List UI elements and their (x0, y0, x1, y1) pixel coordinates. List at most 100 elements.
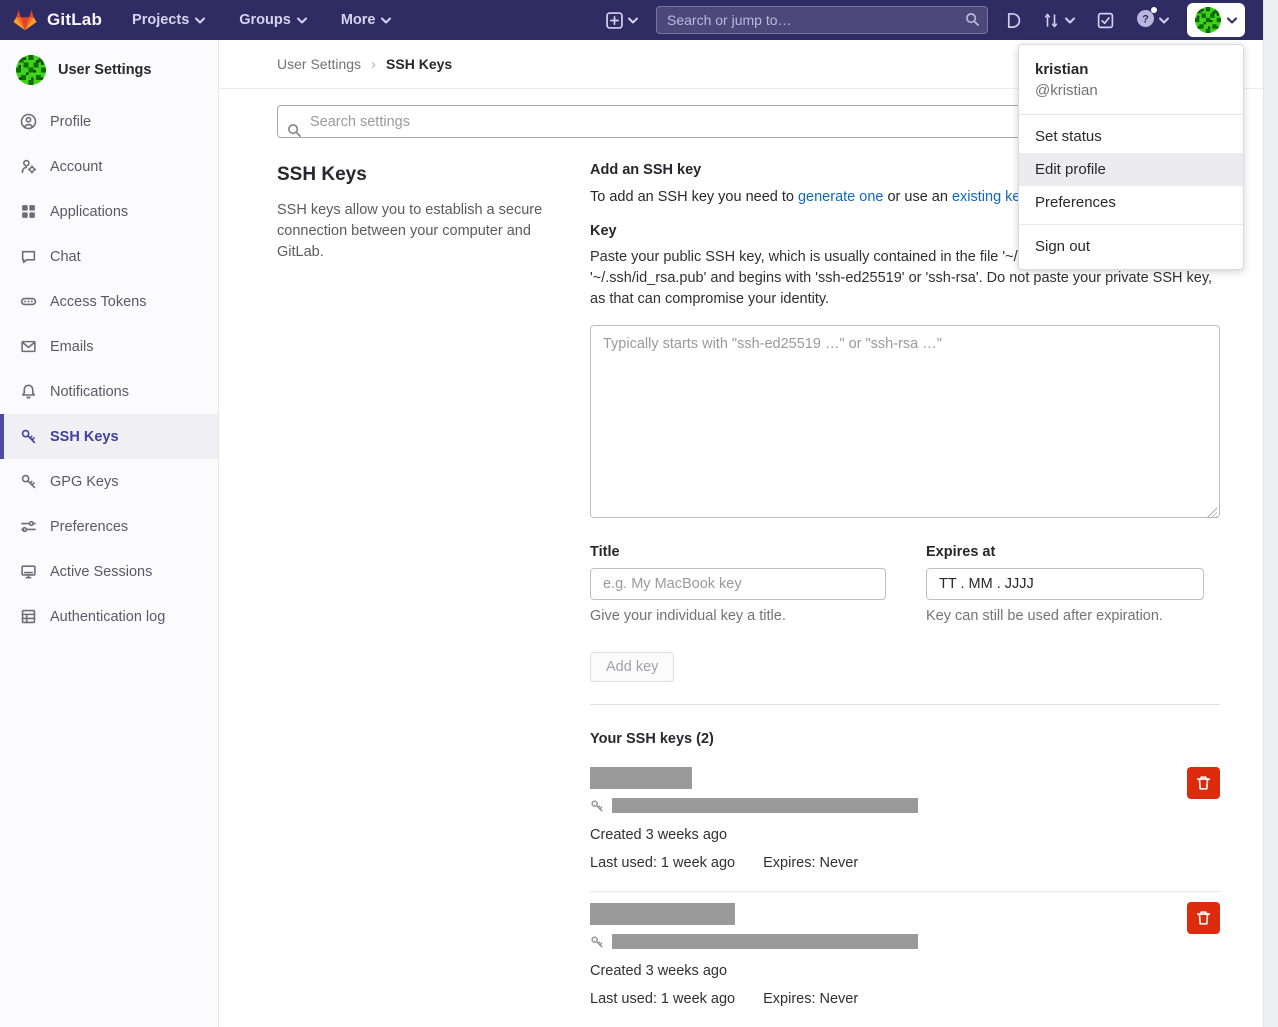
nav-projects[interactable]: Projects (132, 12, 205, 28)
sidebar-item-access-tokens[interactable]: Access Tokens (0, 279, 218, 324)
menu-item-preferences[interactable]: Preferences (1019, 186, 1243, 219)
expires-date-input[interactable] (926, 568, 1204, 600)
section-form: Add an SSH key To add an SSH key you nee… (590, 162, 1220, 1007)
notification-dot (1151, 7, 1157, 13)
issues-icon (1004, 12, 1021, 29)
key-created: Created 3 weeks ago (590, 963, 1160, 979)
chevron-down-icon (1159, 17, 1169, 24)
global-search[interactable] (656, 6, 988, 34)
section-divider (590, 704, 1220, 705)
sidebar-item-notifications[interactable]: Notifications (0, 369, 218, 414)
profile-icon (20, 113, 37, 130)
sidebar-title: User Settings (58, 62, 151, 78)
monitor-icon (20, 563, 37, 580)
sidebar-item-profile[interactable]: Profile (0, 99, 218, 144)
ssh-key-list: Created 3 weeks ago Last used: 1 week ag… (590, 767, 1220, 1007)
user-dropdown-menu: kristian @kristian Set status Edit profi… (1018, 44, 1244, 270)
key-fingerprint-redacted (612, 934, 918, 949)
sidebar-item-emails[interactable]: Emails (0, 324, 218, 369)
sidebar-nav: Profile Account Applications Chat (0, 99, 218, 639)
chevron-down-icon (195, 17, 205, 24)
trash-icon (1196, 775, 1211, 791)
nav-more[interactable]: More (341, 12, 392, 28)
sidebar-item-gpg-keys[interactable]: GPG Keys (0, 459, 218, 504)
trash-icon (1196, 910, 1211, 926)
gitlab-logo[interactable]: GitLab (12, 8, 102, 33)
breadcrumb-separator-icon: › (371, 56, 376, 73)
chevron-down-icon (1227, 17, 1237, 24)
expires-field-help: Key can still be used after expiration. (926, 608, 1204, 624)
breadcrumb-parent[interactable]: User Settings (277, 56, 361, 72)
key-title-redacted[interactable] (590, 903, 735, 925)
delete-key-button[interactable] (1187, 902, 1220, 934)
generate-one-link[interactable]: generate one (798, 189, 883, 205)
your-ssh-keys-title: Your SSH keys (2) (590, 731, 1220, 747)
chevron-down-icon (297, 17, 307, 24)
ssh-key-row: Created 3 weeks ago Last used: 1 week ag… (590, 891, 1220, 1007)
menu-item-set-status[interactable]: Set status (1019, 120, 1243, 153)
settings-sidebar: User Settings Profile Account Applicatio… (0, 40, 219, 1027)
key-created: Created 3 weeks ago (590, 827, 1160, 843)
sidebar-item-chat[interactable]: Chat (0, 234, 218, 279)
title-input[interactable] (590, 568, 886, 600)
svg-text:?: ? (1142, 13, 1149, 25)
email-icon (20, 338, 37, 355)
breadcrumb-current: SSH Keys (386, 56, 452, 72)
key-icon (590, 799, 604, 813)
chevron-down-icon (628, 17, 638, 24)
menu-item-sign-out[interactable]: Sign out (1019, 230, 1243, 263)
issues-button[interactable] (1004, 12, 1021, 29)
existing-key-link[interactable]: existing key (952, 189, 1027, 205)
navbar-right: ? (606, 3, 1245, 37)
key-last-used: Last used: 1 week ago (590, 991, 735, 1007)
add-key-button[interactable]: Add key (590, 652, 674, 682)
primary-nav: Projects Groups More (132, 12, 391, 28)
key-expires: Expires: Never (763, 855, 858, 871)
sliders-icon (20, 518, 37, 535)
delete-key-button[interactable] (1187, 767, 1220, 799)
section-intro: SSH Keys SSH keys allow you to establish… (277, 162, 560, 1007)
merge-requests-button[interactable] (1043, 12, 1075, 29)
menu-item-edit-profile[interactable]: Edit profile (1019, 153, 1243, 186)
title-field-help: Give your individual key a title. (590, 608, 886, 624)
plus-icon (606, 12, 623, 29)
menu-divider (1019, 114, 1243, 115)
sidebar-item-preferences[interactable]: Preferences (0, 504, 218, 549)
user-full-name: kristian (1035, 61, 1227, 78)
navbar-icon-group: ? (1004, 9, 1169, 32)
log-table-icon (20, 608, 37, 625)
chat-icon (20, 248, 37, 265)
nav-groups[interactable]: Groups (239, 12, 307, 28)
help-menu-button[interactable]: ? (1136, 9, 1169, 32)
user-handle: @kristian (1035, 82, 1227, 99)
avatar (16, 55, 46, 85)
search-icon (965, 12, 980, 27)
todos-button[interactable] (1097, 12, 1114, 29)
page-scrollbar[interactable] (1263, 0, 1278, 1027)
new-menu-button[interactable] (606, 12, 638, 29)
menu-divider (1019, 224, 1243, 225)
key-fingerprint-redacted (612, 798, 918, 813)
key-textarea[interactable] (590, 325, 1220, 518)
page-title: SSH Keys (277, 164, 560, 186)
search-icon (287, 123, 302, 138)
sidebar-item-account[interactable]: Account (0, 144, 218, 189)
user-menu-button[interactable] (1187, 3, 1245, 37)
sidebar-item-ssh-keys[interactable]: SSH Keys (0, 414, 218, 459)
key-expires: Expires: Never (763, 991, 858, 1007)
access-tokens-icon (20, 293, 37, 310)
sidebar-item-authentication-log[interactable]: Authentication log (0, 594, 218, 639)
tanuki-icon (12, 8, 38, 33)
key-title-redacted[interactable] (590, 767, 692, 789)
key-icon (20, 428, 37, 445)
title-field-label: Title (590, 544, 886, 560)
key-icon (590, 935, 604, 949)
applications-icon (20, 203, 37, 220)
ssh-key-row: Created 3 weeks ago Last used: 1 week ag… (590, 767, 1220, 871)
user-avatar (1195, 7, 1221, 33)
sidebar-item-active-sessions[interactable]: Active Sessions (0, 549, 218, 594)
sidebar-item-applications[interactable]: Applications (0, 189, 218, 234)
top-navbar: GitLab Projects Groups More (0, 0, 1263, 40)
bell-icon (20, 383, 37, 400)
global-search-input[interactable] (656, 6, 988, 34)
